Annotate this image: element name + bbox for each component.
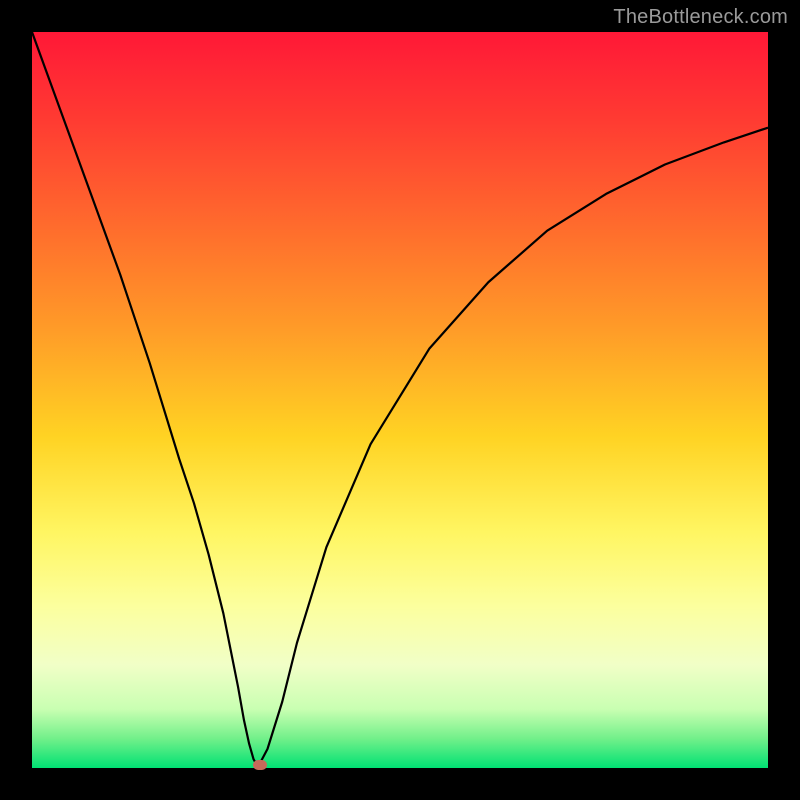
- chart-plot-area: [32, 32, 768, 768]
- bottleneck-curve: [32, 32, 768, 764]
- curve-svg: [32, 32, 768, 768]
- chart-frame: TheBottleneck.com: [0, 0, 800, 800]
- watermark-text: TheBottleneck.com: [613, 6, 788, 29]
- optimum-marker: [253, 760, 267, 770]
